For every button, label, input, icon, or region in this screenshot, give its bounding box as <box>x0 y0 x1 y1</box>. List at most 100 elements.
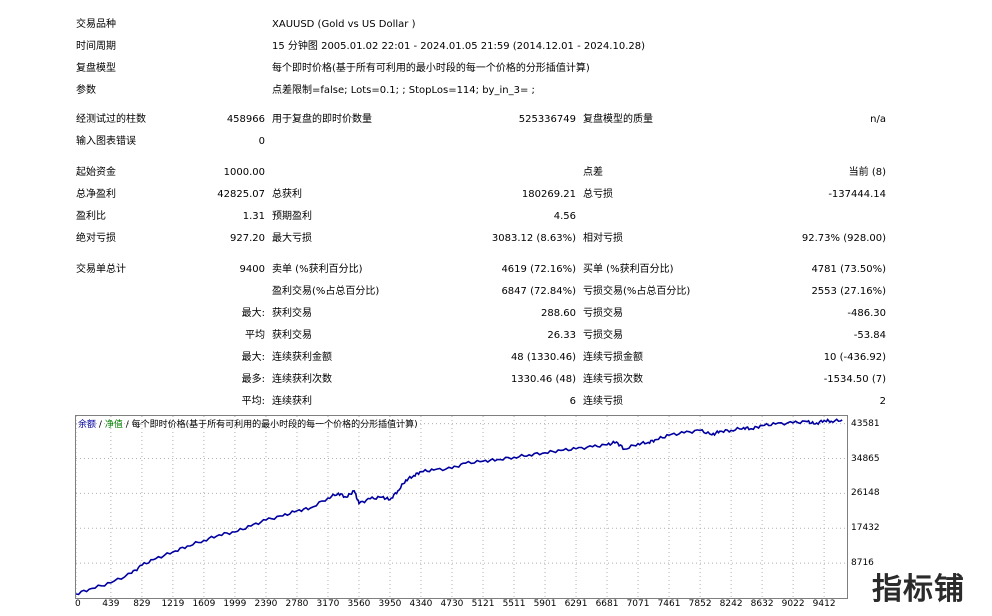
relative-drawdown-value: 92.73% (928.00) <box>801 233 886 244</box>
symbol-value: XAUUSD (Gold vs US Dollar ) <box>272 19 416 30</box>
errors-label: 输入图表错误 <box>76 136 136 147</box>
legend-balance: 余额 <box>78 420 97 430</box>
legend-separator: / <box>98 420 102 430</box>
x-tick-label: 5511 <box>502 599 526 609</box>
bars-label: 经测试过的柱数 <box>76 114 146 125</box>
x-tick-label: 2780 <box>285 599 309 609</box>
total-trades-label: 交易单总计 <box>76 264 126 275</box>
chart-legend: 余额 / 净值 / 每个即时价格(基于所有可利用的最小时段的每一个价格的分形插值… <box>78 419 418 431</box>
profit-trades-value: 6847 (72.84%) <box>501 286 576 297</box>
x-tick-label: 7461 <box>657 599 681 609</box>
ticks-label: 用于复盘的即时价数量 <box>272 114 372 125</box>
y-tick-label: 17432 <box>851 523 880 534</box>
x-tick-label: 6291 <box>564 599 588 609</box>
absolute-drawdown-value: 927.20 <box>230 233 265 244</box>
max-cons-loss-label: 连续亏损次数 <box>583 374 643 385</box>
expected-payoff-value: 4.56 <box>553 211 576 222</box>
profit-factor-label: 盈利比 <box>76 211 106 222</box>
avg-cons-wins-value: 6 <box>569 396 576 407</box>
quality-value: n/a <box>870 114 886 125</box>
max-cons-losses-value: 10 (-436.92) <box>823 352 886 363</box>
profit-trades-label: 盈利交易(%占总百分比) <box>272 286 380 297</box>
max-drawdown-label: 最大亏损 <box>272 233 312 244</box>
x-tick-label: 7071 <box>626 599 650 609</box>
balance-line <box>76 418 843 596</box>
max-cons-wins-value: 48 (1330.46) <box>510 352 576 363</box>
x-tick-label: 1609 <box>192 599 216 609</box>
params-value: 点差限制=false; Lots=0.1; ; StopLos=114; by_… <box>272 85 535 96</box>
x-tick-label: 8632 <box>750 599 774 609</box>
x-tick-label: 5901 <box>533 599 557 609</box>
legend-equity: 净值 <box>104 420 123 430</box>
model-value: 每个即时价格(基于所有可利用的最小时段的每一个价格的分形插值计算) <box>272 63 590 74</box>
symbol-label: 交易品种 <box>76 19 116 30</box>
y-tick-label: 43581 <box>851 418 880 429</box>
loss-trades-value: 2553 (27.16%) <box>811 286 886 297</box>
expected-payoff-label: 预期盈利 <box>272 211 312 222</box>
watermark-logo: 指标铺 <box>872 572 965 607</box>
largest-prefix: 最大: <box>241 308 265 319</box>
avg-loss-label: 亏损交易 <box>583 330 623 341</box>
x-tick-label: 439 <box>102 599 120 609</box>
balance-chart <box>75 415 848 599</box>
balance-chart-svg <box>76 416 847 598</box>
avg-profit-value: 26.33 <box>547 330 576 341</box>
gross-loss-label: 总亏损 <box>583 189 613 200</box>
params-label: 参数 <box>76 85 96 96</box>
absolute-drawdown-label: 绝对亏损 <box>76 233 116 244</box>
max-drawdown-value: 3083.12 (8.63%) <box>491 233 576 244</box>
x-tick-label: 3560 <box>347 599 371 609</box>
gross-loss-value: -137444.14 <box>828 189 886 200</box>
spread-label: 点差 <box>583 167 603 178</box>
legend-separator: / <box>125 420 129 430</box>
deposit-value: 1000.00 <box>223 167 265 178</box>
max-cons-profit-value: 1330.46 (48) <box>510 374 576 385</box>
x-tick-label: 9412 <box>812 599 836 609</box>
legend-model: 每个即时价格(基于所有可利用的最小时段的每一个价格的分形插值计算) <box>131 420 418 430</box>
average-consecutive-prefix: 平均: <box>241 396 265 407</box>
long-trades-label: 买单 (%获利百分比) <box>583 264 674 275</box>
net-profit-label: 总净盈利 <box>76 189 116 200</box>
x-tick-label: 9022 <box>781 599 805 609</box>
x-tick-label: 1999 <box>223 599 247 609</box>
profit-factor-value: 1.31 <box>242 211 265 222</box>
short-trades-label: 卖单 (%获利百分比) <box>272 264 363 275</box>
max-cons-profit-label: 连续获利次数 <box>272 374 332 385</box>
y-tick-label: 8716 <box>851 558 874 569</box>
max-cons-losses-label: 连续亏损金额 <box>583 352 643 363</box>
model-label: 复盘模型 <box>76 63 116 74</box>
largest-loss-value: -486.30 <box>847 308 886 319</box>
y-tick-label: 26148 <box>851 488 880 499</box>
gross-profit-label: 总获利 <box>272 189 302 200</box>
x-tick-label: 3170 <box>316 599 340 609</box>
largest-loss-label: 亏损交易 <box>583 308 623 319</box>
ticks-value: 525336749 <box>518 114 576 125</box>
x-tick-label: 5121 <box>471 599 495 609</box>
gross-profit-value: 180269.21 <box>521 189 576 200</box>
x-tick-label: 4340 <box>409 599 433 609</box>
errors-value: 0 <box>258 136 265 147</box>
short-trades-value: 4619 (72.16%) <box>501 264 576 275</box>
relative-drawdown-label: 相对亏损 <box>583 233 623 244</box>
x-tick-label: 829 <box>133 599 151 609</box>
avg-cons-losses-value: 2 <box>879 396 886 407</box>
avg-cons-losses-label: 连续亏损 <box>583 396 623 407</box>
bars-value: 458966 <box>226 114 265 125</box>
avg-loss-value: -53.84 <box>853 330 886 341</box>
avg-profit-label: 获利交易 <box>272 330 312 341</box>
x-tick-label: 8242 <box>719 599 743 609</box>
long-trades-value: 4781 (73.50%) <box>811 264 886 275</box>
x-tick-label: 2390 <box>254 599 278 609</box>
x-tick-label: 7852 <box>688 599 712 609</box>
most-prefix: 最多: <box>241 374 265 385</box>
period-value: 15 分钟图 2005.01.02 22:01 - 2024.01.05 21:… <box>272 41 646 52</box>
net-profit-value: 42825.07 <box>217 189 265 200</box>
loss-trades-label: 亏损交易(%占总百分比) <box>583 286 691 297</box>
period-label: 时间周期 <box>76 41 116 52</box>
x-tick-label: 3950 <box>378 599 402 609</box>
max-consecutive-prefix: 最大: <box>241 352 265 363</box>
average-prefix: 平均 <box>245 330 265 341</box>
total-trades-value: 9400 <box>239 264 265 275</box>
largest-profit-value: 288.60 <box>541 308 576 319</box>
x-tick-label: 1219 <box>161 599 185 609</box>
